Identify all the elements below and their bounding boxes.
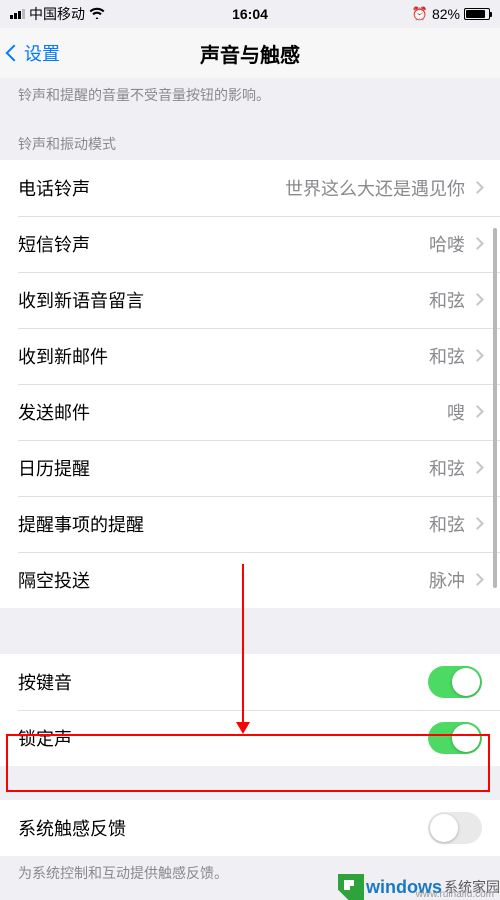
section-header-tones: 铃声和振动模式 bbox=[0, 120, 500, 160]
row-label: 按键音 bbox=[18, 669, 428, 695]
row-value: 哈喽 bbox=[429, 231, 465, 257]
status-left: 中国移动 bbox=[10, 4, 170, 24]
chevron-right-icon bbox=[471, 517, 484, 530]
row-value: 脉冲 bbox=[429, 567, 465, 593]
row-label: 收到新语音留言 bbox=[18, 287, 429, 313]
back-button[interactable]: 设置 bbox=[8, 40, 129, 66]
row-lock-sound: 锁定声 bbox=[0, 710, 500, 766]
watermark-url: www.ruihaifu.com bbox=[416, 889, 494, 900]
row-new-mail[interactable]: 收到新邮件 和弦 bbox=[0, 328, 500, 384]
carrier-label: 中国移动 bbox=[29, 4, 85, 24]
row-text-tone[interactable]: 短信铃声 哈喽 bbox=[0, 216, 500, 272]
haptics-group: 系统触感反馈 bbox=[0, 800, 500, 856]
chevron-right-icon bbox=[471, 573, 484, 586]
battery-pct: 82% bbox=[432, 6, 460, 22]
row-label: 发送邮件 bbox=[18, 399, 447, 425]
row-airdrop[interactable]: 隔空投送 脉冲 bbox=[0, 552, 500, 608]
system-haptics-toggle[interactable] bbox=[428, 812, 482, 844]
chevron-right-icon bbox=[471, 461, 484, 474]
chevron-right-icon bbox=[471, 237, 484, 250]
row-reminder-alerts[interactable]: 提醒事项的提醒 和弦 bbox=[0, 496, 500, 552]
row-label: 电话铃声 bbox=[18, 175, 285, 201]
status-time: 16:04 bbox=[170, 6, 330, 22]
page-title: 声音与触感 bbox=[129, 39, 371, 68]
chevron-left-icon bbox=[6, 45, 23, 62]
annotation-arrow-line bbox=[242, 564, 244, 728]
battery-icon bbox=[464, 8, 490, 20]
alarm-icon: ⏰ bbox=[412, 6, 428, 22]
content: 铃声和提醒的音量不受音量按钮的影响。 铃声和振动模式 电话铃声 世界这么大还是遇… bbox=[0, 78, 500, 897]
row-value: 和弦 bbox=[429, 511, 465, 537]
scrollbar[interactable] bbox=[493, 228, 497, 588]
back-label: 设置 bbox=[24, 40, 60, 66]
row-value: 世界这么大还是遇见你 bbox=[285, 175, 465, 201]
volume-buttons-note: 铃声和提醒的音量不受音量按钮的影响。 bbox=[0, 78, 500, 120]
watermark-logo-icon bbox=[338, 874, 364, 900]
row-label: 系统触感反馈 bbox=[18, 815, 428, 841]
row-new-voicemail[interactable]: 收到新语音留言 和弦 bbox=[0, 272, 500, 328]
chevron-right-icon bbox=[471, 181, 484, 194]
row-label: 收到新邮件 bbox=[18, 343, 429, 369]
wifi-icon bbox=[89, 6, 105, 22]
row-label: 短信铃声 bbox=[18, 231, 429, 257]
row-system-haptics: 系统触感反馈 bbox=[0, 800, 500, 856]
status-right: ⏰ 82% bbox=[330, 6, 490, 22]
row-calendar-alerts[interactable]: 日历提醒 和弦 bbox=[0, 440, 500, 496]
chevron-right-icon bbox=[471, 405, 484, 418]
signal-icon bbox=[10, 9, 25, 19]
row-value: 和弦 bbox=[429, 343, 465, 369]
tones-group: 电话铃声 世界这么大还是遇见你 短信铃声 哈喽 收到新语音留言 和弦 收到新邮件… bbox=[0, 160, 500, 608]
status-bar: 中国移动 16:04 ⏰ 82% bbox=[0, 0, 500, 28]
row-label: 提醒事项的提醒 bbox=[18, 511, 429, 537]
row-label: 日历提醒 bbox=[18, 455, 429, 481]
row-sent-mail[interactable]: 发送邮件 嗖 bbox=[0, 384, 500, 440]
annotation-arrow-head-icon bbox=[236, 722, 250, 734]
nav-bar: 设置 声音与触感 bbox=[0, 28, 500, 78]
row-value: 和弦 bbox=[429, 287, 465, 313]
row-value: 和弦 bbox=[429, 455, 465, 481]
row-label: 隔空投送 bbox=[18, 567, 429, 593]
row-label: 锁定声 bbox=[18, 725, 428, 751]
chevron-right-icon bbox=[471, 293, 484, 306]
lock-sound-toggle[interactable] bbox=[428, 722, 482, 754]
row-ringtone[interactable]: 电话铃声 世界这么大还是遇见你 bbox=[0, 160, 500, 216]
row-keyboard-clicks: 按键音 bbox=[0, 654, 500, 710]
sound-switches-group: 按键音 锁定声 bbox=[0, 654, 500, 766]
keyboard-clicks-toggle[interactable] bbox=[428, 666, 482, 698]
row-value: 嗖 bbox=[447, 399, 465, 425]
chevron-right-icon bbox=[471, 349, 484, 362]
